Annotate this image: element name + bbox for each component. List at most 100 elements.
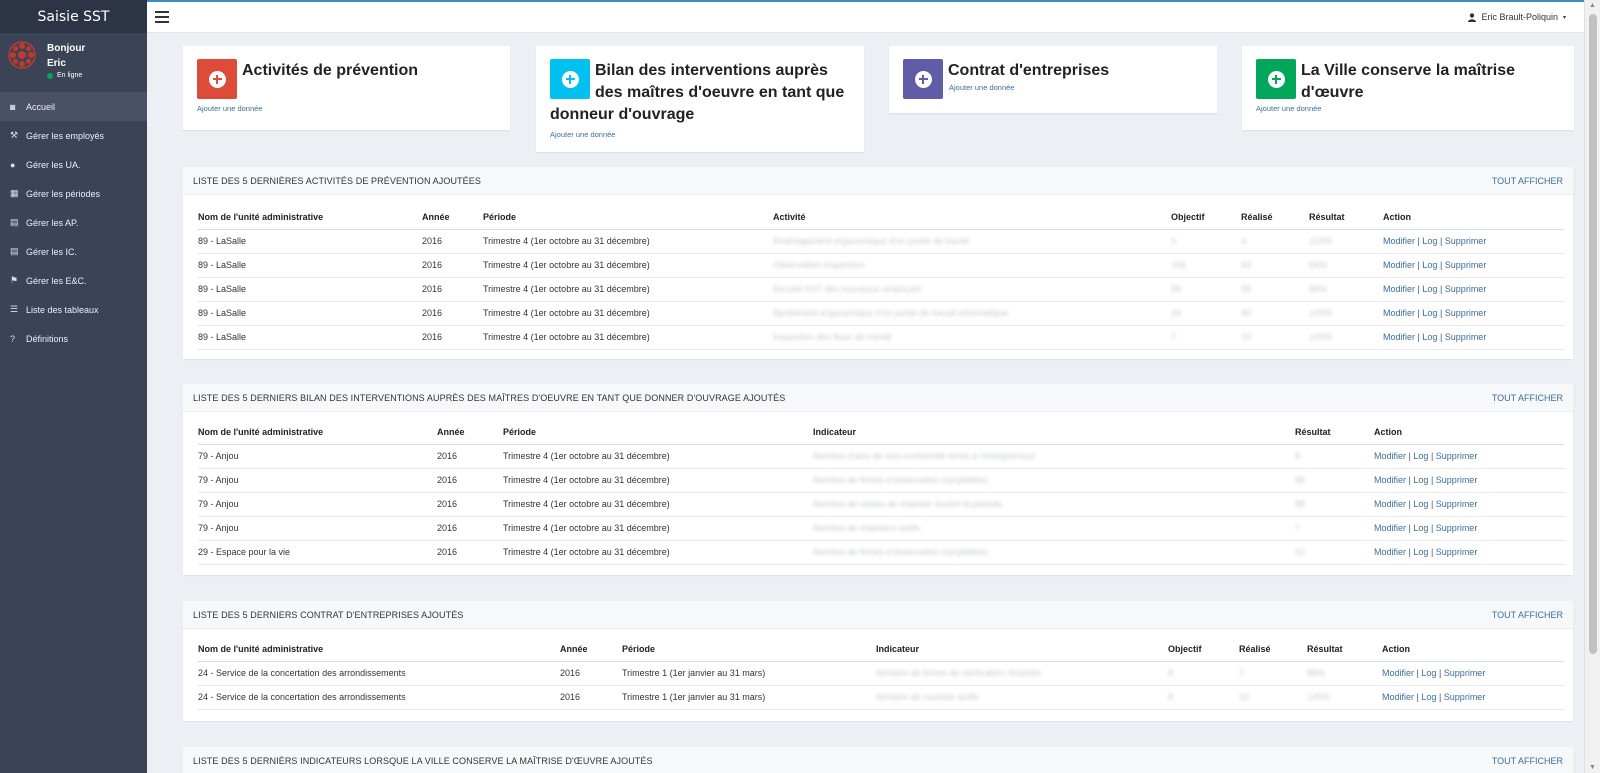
delete-link[interactable]: Supprimer	[1445, 284, 1487, 294]
sidebar-item-tableaux[interactable]: ☰ Liste des tableaux	[0, 295, 147, 324]
add-data-link[interactable]: Ajouter une donnée	[949, 83, 1014, 92]
modify-link[interactable]: Modifier	[1383, 236, 1415, 246]
log-link[interactable]: Log	[1421, 668, 1436, 678]
scroll-down-arrow-icon[interactable]: ▼	[1589, 764, 1596, 771]
delete-link[interactable]: Supprimer	[1445, 332, 1487, 342]
col-header[interactable]: Objectif	[1171, 205, 1241, 230]
log-link[interactable]: Log	[1422, 260, 1437, 270]
row-actions: Modifier | Log | Supprimer	[1382, 685, 1564, 710]
modify-link[interactable]: Modifier	[1383, 260, 1415, 270]
modify-link[interactable]: Modifier	[1383, 332, 1415, 342]
delete-link[interactable]: Supprimer	[1445, 260, 1487, 270]
add-data-link[interactable]: Ajouter une donnée	[197, 104, 262, 113]
col-header[interactable]: Nom de l'unité administrative	[198, 637, 560, 662]
modify-link[interactable]: Modifier	[1374, 499, 1406, 509]
col-header[interactable]: Réalisé	[1241, 205, 1309, 230]
delete-link[interactable]: Supprimer	[1436, 499, 1478, 509]
col-header[interactable]: Indicateur	[813, 420, 1295, 445]
panel-title: LISTE DES 5 DERNIERS CONTRAT D'ENTREPRIS…	[193, 610, 464, 620]
log-link[interactable]: Log	[1422, 308, 1437, 318]
app-brand[interactable]: Saisie SST	[0, 0, 147, 33]
col-header[interactable]: Année	[560, 637, 622, 662]
delete-link[interactable]: Supprimer	[1436, 523, 1478, 533]
col-header[interactable]: Résultat	[1309, 205, 1383, 230]
log-link[interactable]: Log	[1413, 547, 1428, 557]
online-dot-icon	[47, 72, 53, 79]
delete-link[interactable]: Supprimer	[1444, 668, 1486, 678]
hamburger-menu-icon[interactable]	[155, 11, 169, 23]
card-title: Activités de prévention	[242, 62, 419, 79]
sidebar-item-ua[interactable]: ● Gérer les UA.	[0, 150, 147, 179]
show-all-link[interactable]: TOUT AFFICHER	[1492, 756, 1563, 766]
card-title: La Ville conserve la maîtrise d'œuvre	[1301, 62, 1516, 101]
sidebar-item-ic[interactable]: ▤ Gérer les IC.	[0, 237, 147, 266]
show-all-link[interactable]: TOUT AFFICHER	[1492, 610, 1563, 620]
sidebar-item-definitions[interactable]: ? Définitions	[0, 324, 147, 353]
user-menu-dropdown[interactable]: Eric Brault-Poliquin ▾	[1468, 12, 1566, 22]
table-row: 79 - Anjou 2016 Trimestre 4 (1er octobre a…	[198, 516, 1564, 541]
col-header[interactable]: Année	[437, 420, 503, 445]
row-actions: Modifier | Log | Supprimer	[1374, 540, 1564, 565]
sidebar-item-ap[interactable]: ▤ Gérer les AP.	[0, 208, 147, 237]
modify-link[interactable]: Modifier	[1374, 475, 1406, 485]
col-header[interactable]: Nom de l'unité administrative	[198, 205, 422, 230]
sidebar-item-label: Définitions	[26, 333, 69, 344]
vertical-scrollbar[interactable]: ▲ ▼	[1584, 0, 1600, 773]
log-link[interactable]: Log	[1422, 284, 1437, 294]
col-header[interactable]: Période	[622, 637, 876, 662]
delete-link[interactable]: Supprimer	[1436, 475, 1478, 485]
log-link[interactable]: Log	[1413, 475, 1428, 485]
log-link[interactable]: Log	[1413, 451, 1428, 461]
col-header[interactable]: Résultat	[1295, 420, 1374, 445]
bilan-table: Nom de l'unité administrative Année Péri…	[198, 420, 1564, 565]
delete-link[interactable]: Supprimer	[1445, 236, 1487, 246]
col-header[interactable]: Objectif	[1168, 637, 1239, 662]
log-link[interactable]: Log	[1421, 692, 1436, 702]
scroll-up-arrow-icon[interactable]: ▲	[1589, 2, 1596, 9]
caret-down-icon: ▾	[1562, 14, 1566, 21]
add-maitrise-icon[interactable]	[1256, 59, 1296, 99]
col-header[interactable]: Période	[503, 420, 813, 445]
add-bilan-icon[interactable]	[550, 59, 590, 99]
show-all-link[interactable]: TOUT AFFICHER	[1492, 393, 1563, 403]
row-actions: Modifier | Log | Supprimer	[1383, 325, 1564, 350]
add-contrat-icon[interactable]	[903, 59, 943, 99]
sidebar-item-ec[interactable]: ⚑ Gérer les E&C.	[0, 266, 147, 295]
col-header[interactable]: Réalisé	[1239, 637, 1307, 662]
sidebar-item-periodes[interactable]: ▦ Gérer les périodes	[0, 179, 147, 208]
sidebar-item-accueil[interactable]: ◙ Accueil	[0, 92, 147, 121]
panel-header: LISTE DES 5 DERNIERS CONTRAT D'ENTREPRIS…	[183, 601, 1573, 629]
col-header[interactable]: Indicateur	[876, 637, 1168, 662]
modify-link[interactable]: Modifier	[1382, 668, 1414, 678]
add-data-link[interactable]: Ajouter une donnée	[550, 130, 615, 139]
col-header[interactable]: Action	[1382, 637, 1564, 662]
modify-link[interactable]: Modifier	[1374, 547, 1406, 557]
col-header[interactable]: Résultat	[1307, 637, 1382, 662]
modify-link[interactable]: Modifier	[1383, 308, 1415, 318]
add-data-link[interactable]: Ajouter une donnée	[1256, 104, 1321, 113]
sidebar-item-employes[interactable]: ⚒ Gérer les employés	[0, 121, 147, 150]
log-link[interactable]: Log	[1413, 499, 1428, 509]
log-link[interactable]: Log	[1422, 332, 1437, 342]
panel-title: LISTE DES 5 DERNIÈRES ACTIVITÉS DE PRÉVE…	[193, 176, 481, 186]
col-header[interactable]: Action	[1374, 420, 1564, 445]
modify-link[interactable]: Modifier	[1382, 692, 1414, 702]
modify-link[interactable]: Modifier	[1383, 284, 1415, 294]
delete-link[interactable]: Supprimer	[1444, 692, 1486, 702]
log-link[interactable]: Log	[1422, 236, 1437, 246]
show-all-link[interactable]: TOUT AFFICHER	[1492, 176, 1563, 186]
scrollbar-thumb[interactable]	[1589, 14, 1597, 654]
add-activite-icon[interactable]	[197, 59, 237, 99]
main-content: Activités de prévention Ajouter une donn…	[147, 33, 1584, 773]
col-header[interactable]: Année	[422, 205, 483, 230]
delete-link[interactable]: Supprimer	[1445, 308, 1487, 318]
col-header[interactable]: Nom de l'unité administrative	[198, 420, 437, 445]
modify-link[interactable]: Modifier	[1374, 523, 1406, 533]
col-header[interactable]: Activité	[773, 205, 1171, 230]
col-header[interactable]: Période	[483, 205, 773, 230]
modify-link[interactable]: Modifier	[1374, 451, 1406, 461]
log-link[interactable]: Log	[1413, 523, 1428, 533]
col-header[interactable]: Action	[1383, 205, 1564, 230]
delete-link[interactable]: Supprimer	[1436, 451, 1478, 461]
delete-link[interactable]: Supprimer	[1436, 547, 1478, 557]
